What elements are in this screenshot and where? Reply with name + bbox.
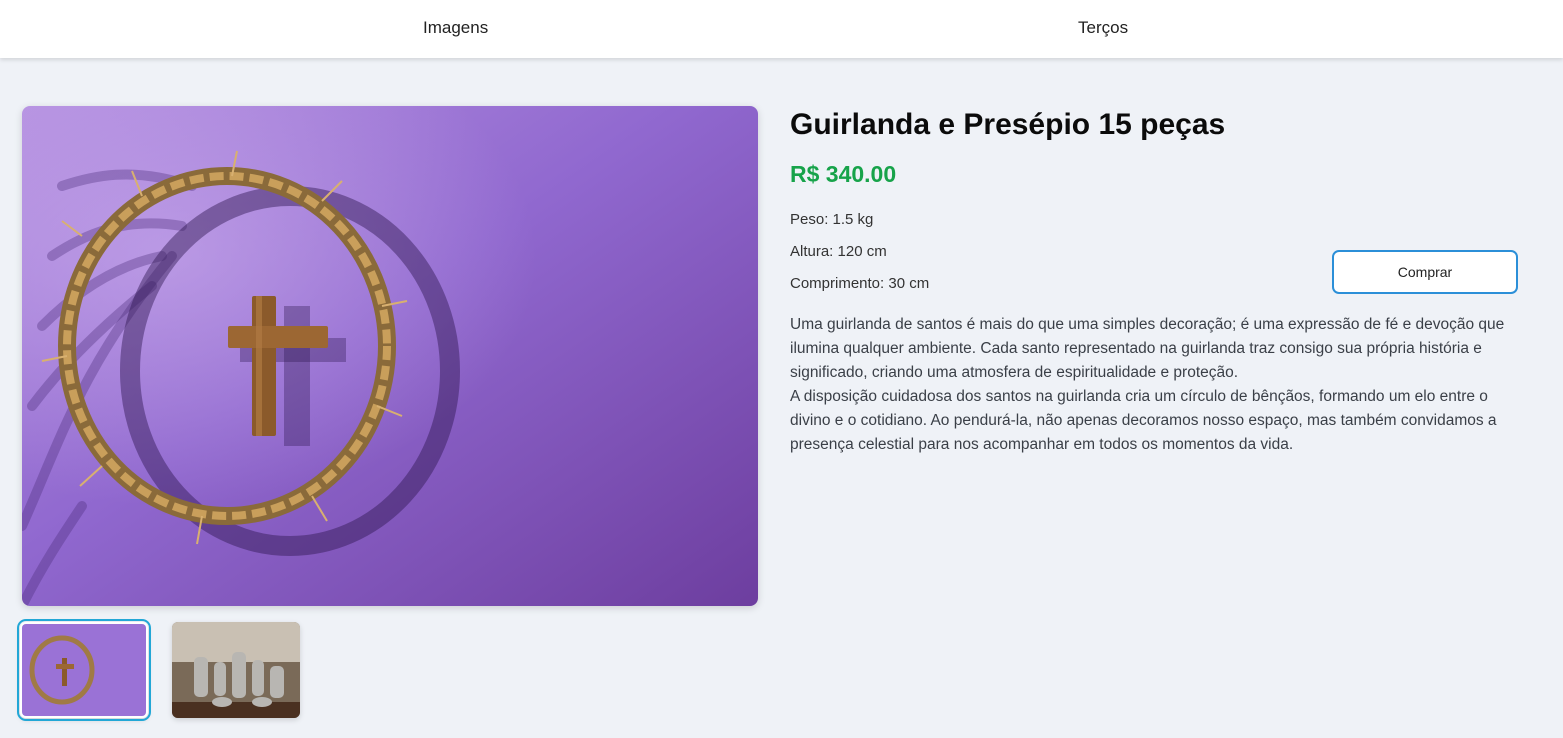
- main-product-image: [22, 106, 758, 606]
- nav-link-tercos[interactable]: Terços: [1078, 18, 1128, 38]
- spec-height: Altura: 120 cm: [790, 243, 887, 260]
- spec-length: Comprimento: 30 cm: [790, 275, 930, 292]
- buy-button[interactable]: Comprar: [1332, 250, 1518, 294]
- description-paragraph-2: A disposição cuidadosa dos santos na gui…: [790, 388, 1497, 453]
- top-navigation: Imagens Terços: [0, 0, 1563, 58]
- product-description: Uma guirlanda de santos é mais do que um…: [790, 313, 1525, 457]
- spec-weight: Peso: 1.5 kg: [790, 211, 874, 228]
- crown-of-thorns-cross-photo: [22, 624, 146, 716]
- thumbnail-2[interactable]: [172, 622, 300, 718]
- description-paragraph-1: Uma guirlanda de santos é mais do que um…: [790, 316, 1505, 381]
- thumbnail-1[interactable]: [17, 619, 151, 721]
- nativity-figurines-photo: [172, 622, 300, 718]
- nav-link-imagens[interactable]: Imagens: [423, 18, 488, 38]
- product-title: Guirlanda e Presépio 15 peças: [790, 108, 1226, 141]
- product-price: R$ 340.00: [790, 161, 897, 187]
